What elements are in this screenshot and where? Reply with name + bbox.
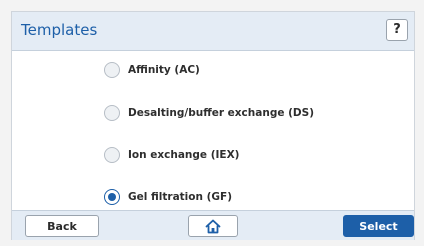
radio-button[interactable]	[104, 105, 120, 121]
option-ion-exchange[interactable]: Ion exchange (IEX)	[104, 144, 239, 166]
option-label: Affinity (AC)	[128, 64, 200, 76]
footer-bar: Back Select	[12, 210, 414, 240]
option-affinity[interactable]: Affinity (AC)	[104, 59, 200, 81]
radio-button-checked[interactable]	[104, 189, 120, 205]
select-button[interactable]: Select	[343, 215, 414, 237]
templates-panel: Templates ? Affinity (AC) Desalting/buff…	[11, 11, 415, 240]
screen-frame: Templates ? Affinity (AC) Desalting/buff…	[0, 0, 424, 246]
option-label: Desalting/buffer exchange (DS)	[128, 107, 314, 119]
option-gel-filtration[interactable]: Gel filtration (GF)	[104, 186, 232, 208]
template-options: Affinity (AC) Desalting/buffer exchange …	[12, 51, 414, 209]
radio-button[interactable]	[104, 147, 120, 163]
option-label: Gel filtration (GF)	[128, 191, 233, 203]
home-button[interactable]	[188, 215, 238, 237]
radio-button[interactable]	[104, 62, 120, 78]
help-button[interactable]: ?	[386, 19, 408, 41]
home-icon	[205, 219, 221, 234]
back-button[interactable]: Back	[25, 215, 99, 237]
option-label: Ion exchange (IEX)	[128, 149, 240, 161]
page-title: Templates	[21, 21, 98, 39]
header-bar: Templates ?	[12, 12, 414, 51]
option-desalting[interactable]: Desalting/buffer exchange (DS)	[104, 102, 314, 124]
